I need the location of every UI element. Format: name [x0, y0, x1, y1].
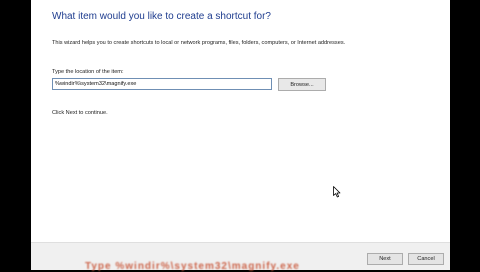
page-title: What item would you like to create a sho… — [52, 11, 271, 22]
browse-button[interactable]: Browse... — [278, 78, 326, 91]
continue-hint: Click Next to continue. — [52, 110, 108, 116]
cancel-button[interactable]: Cancel — [408, 253, 444, 265]
location-label: Type the location of the item: — [52, 69, 124, 75]
wizard-description: This wizard helps you to create shortcut… — [52, 40, 346, 46]
watermark: Type %windir%\system32\magnify.exe — [85, 261, 300, 272]
location-input[interactable] — [52, 78, 272, 90]
next-button[interactable]: Next — [367, 253, 403, 265]
video-frame: What item would you like to create a sho… — [0, 0, 480, 272]
create-shortcut-dialog: What item would you like to create a sho… — [31, 0, 450, 270]
mouse-pointer-icon — [333, 186, 341, 198]
